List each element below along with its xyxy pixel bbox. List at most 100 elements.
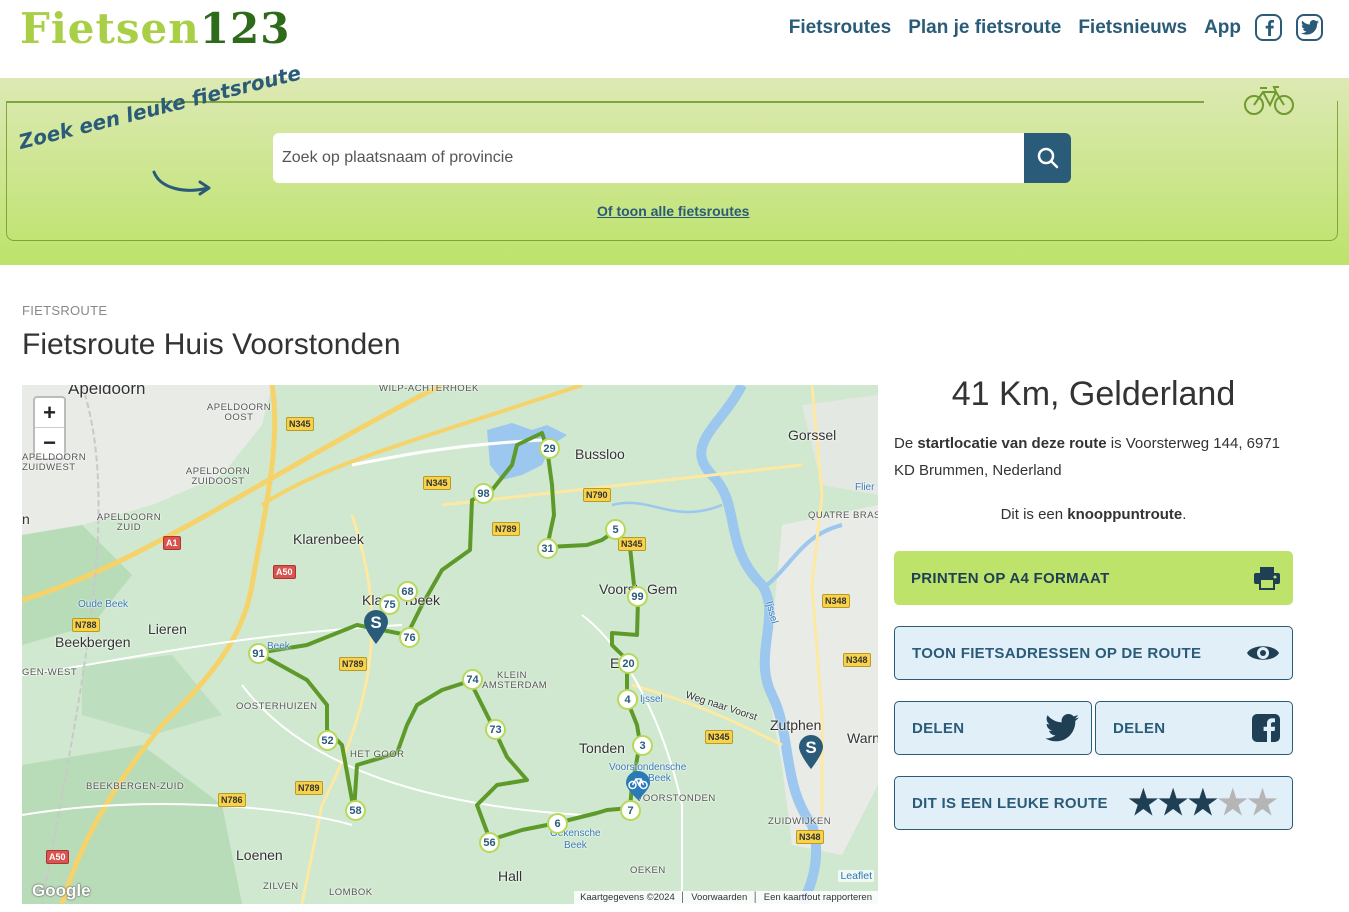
road-shield: N348 — [796, 830, 824, 844]
map-label: HET GOOR — [350, 749, 405, 760]
share-facebook-button[interactable]: DELEN — [1095, 701, 1293, 755]
map-label: Bussloo — [575, 446, 625, 462]
main-nav: Fietsroutes Plan je fietsroute Fietsnieu… — [772, 14, 1323, 41]
road-shield: N348 — [822, 594, 850, 608]
star-rating: ★ ★ ★ ★ ★ — [1128, 786, 1278, 820]
google-logo: Google — [32, 881, 91, 900]
route-node[interactable]: 74 — [462, 669, 483, 690]
logo-text-part1: Fietsen — [20, 4, 200, 53]
route-node[interactable]: 99 — [627, 586, 648, 607]
route-node[interactable]: 73 — [485, 719, 506, 740]
map-background — [22, 385, 878, 904]
road-shield: N789 — [339, 657, 367, 671]
start-bold: startlocatie van deze route — [917, 435, 1107, 452]
show-addresses-button[interactable]: TOON FIETSADRESSEN OP DE ROUTE — [894, 626, 1293, 680]
all-routes-link[interactable]: Of toon alle fietsroutes — [597, 203, 749, 219]
search-input[interactable] — [282, 149, 1025, 167]
map-label: Beek — [564, 840, 587, 851]
route-eyebrow: FIETSROUTE — [22, 303, 108, 318]
star-filled-icon[interactable]: ★ — [1128, 786, 1159, 820]
map-label: WILP-ACHTERHOEK — [379, 385, 479, 394]
route-map[interactable]: + − Apeldoorn Bussloo Gorssel Klarenbeek… — [22, 385, 878, 904]
route-node[interactable]: 29 — [539, 438, 560, 459]
road-shield: A50 — [46, 850, 69, 864]
type-pre: Dit is een — [1000, 506, 1068, 523]
nav-plan-route[interactable]: Plan je fietsroute — [908, 17, 1061, 39]
route-node[interactable]: 68 — [397, 581, 418, 602]
share-twitter-button[interactable]: DELEN — [894, 701, 1092, 755]
rate-route-label: DIT IS EEN LEUKE ROUTE — [912, 794, 1108, 812]
map-data-credit: Kaartgegevens ©2024 — [580, 892, 675, 903]
map-label: OOSTERHUIZEN — [236, 701, 318, 712]
route-node[interactable]: 3 — [632, 735, 653, 756]
tagline-arrow-icon — [150, 168, 214, 203]
bicycle-icon — [1243, 84, 1295, 121]
twitter-icon — [1045, 714, 1079, 742]
map-label: Flier — [855, 482, 875, 493]
road-shield: N790 — [583, 488, 611, 502]
map-label: Ijssel — [640, 694, 663, 705]
road-shield: N345 — [618, 537, 646, 551]
map-label: Apeldoorn — [68, 385, 146, 398]
route-distance: 41 Km, Gelderland — [951, 375, 1236, 413]
map-label: LOMBOK — [329, 887, 373, 898]
star-filled-icon[interactable]: ★ — [1188, 786, 1219, 820]
route-node[interactable]: 4 — [617, 689, 638, 710]
map-label: Hall — [498, 868, 523, 884]
map-label: QUATRE BRAS — [808, 510, 878, 521]
star-empty-icon[interactable]: ★ — [1217, 786, 1248, 820]
bike-location-icon[interactable] — [624, 771, 652, 801]
route-node[interactable]: 5 — [605, 519, 626, 540]
type-bold: knooppuntroute — [1067, 506, 1183, 523]
nav-app[interactable]: App — [1204, 17, 1241, 39]
print-button[interactable]: PRINTEN OP A4 FORMAAT — [894, 551, 1293, 605]
map-label: Tonden — [579, 740, 625, 756]
route-node[interactable]: 7 — [620, 800, 641, 821]
print-button-label: PRINTEN OP A4 FORMAAT — [911, 569, 1110, 587]
route-node[interactable]: 20 — [618, 653, 639, 674]
route-node[interactable]: 91 — [248, 643, 269, 664]
road-shield: N786 — [218, 793, 246, 807]
route-node[interactable]: 52 — [317, 730, 338, 751]
road-shield: N345 — [423, 476, 451, 490]
road-shield: N789 — [492, 522, 520, 536]
start-location-text: De startlocatie van deze route is Voorst… — [894, 430, 1293, 484]
route-node[interactable]: 31 — [537, 538, 558, 559]
map-report-link[interactable]: Een kaartfout rapporteren — [764, 892, 872, 903]
twitter-icon[interactable] — [1296, 14, 1323, 41]
facebook-icon[interactable] — [1255, 14, 1282, 41]
nav-fietsroutes[interactable]: Fietsroutes — [789, 17, 891, 39]
map-label: Oude Beek — [78, 599, 129, 610]
route-node[interactable]: 56 — [479, 832, 500, 853]
start-pre: De — [894, 435, 918, 452]
star-filled-icon[interactable]: ★ — [1158, 786, 1189, 820]
route-node[interactable]: 98 — [473, 483, 494, 504]
map-label: Beekbergen — [55, 634, 131, 650]
nav-fietsnieuws[interactable]: Fietsnieuws — [1078, 17, 1187, 39]
zoom-in-button[interactable]: + — [35, 398, 64, 428]
map-label: GEN-WEST — [22, 667, 78, 678]
site-logo[interactable]: Fietsen123 — [20, 4, 290, 53]
map-terms-link[interactable]: Voorwaarden — [691, 892, 747, 903]
map-label: Gem — [647, 581, 678, 597]
road-shield: N348 — [843, 653, 871, 667]
route-node[interactable]: 6 — [547, 813, 568, 834]
rate-route-button[interactable]: DIT IS EEN LEUKE ROUTE ★ ★ ★ ★ ★ — [894, 776, 1293, 830]
page-title: Fietsroute Huis Voorstonden — [22, 328, 401, 361]
map-label: Zutphen — [770, 717, 822, 733]
map-label: APELDOORN ZUID — [96, 512, 162, 533]
search-button[interactable] — [1024, 133, 1071, 183]
leaflet-link[interactable]: Leaflet — [838, 870, 874, 882]
search-box — [273, 133, 1025, 183]
search-icon — [1037, 147, 1058, 169]
map-label: ZILVEN — [263, 881, 299, 892]
start-marker-label: S — [370, 613, 382, 632]
route-node[interactable]: 76 — [399, 627, 420, 648]
map-label: Warn — [847, 730, 878, 746]
route-node[interactable]: 58 — [345, 800, 366, 821]
map-label: APELDOORN ZUIDWEST — [22, 452, 87, 473]
road-shield: N788 — [72, 618, 100, 632]
map-label: n — [22, 511, 30, 527]
road-shield: N789 — [295, 781, 323, 795]
star-empty-icon[interactable]: ★ — [1247, 786, 1278, 820]
